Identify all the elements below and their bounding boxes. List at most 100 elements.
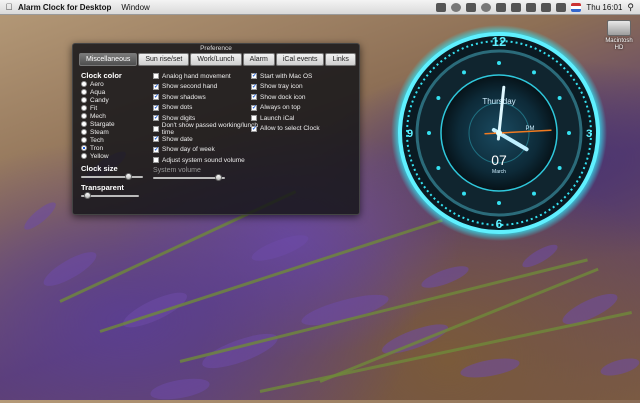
system-volume-slider[interactable] xyxy=(153,173,225,182)
display-options-list: Analog hand movement ✓ Show second hand ✓ Sh… xyxy=(153,71,265,166)
checkbox[interactable]: ✓ xyxy=(251,104,257,111)
tab-alarm[interactable]: Alarm xyxy=(242,53,275,66)
checkbox[interactable]: ✓ xyxy=(153,136,159,143)
transparent-label: Transparent xyxy=(81,183,124,192)
color-option-tech[interactable]: Tech xyxy=(81,136,151,144)
option-show-dots[interactable]: ✓ Show dots xyxy=(153,103,265,114)
tab-work-lunch[interactable]: Work/Lunch xyxy=(190,53,242,66)
option-show-tray-icon[interactable]: ✓ Show tray icon xyxy=(251,82,351,93)
window-menu[interactable]: Window xyxy=(121,3,149,12)
checkbox[interactable] xyxy=(153,73,159,80)
radio-button[interactable] xyxy=(81,105,87,111)
option-show-day-of-week[interactable]: ✓ Show day of week xyxy=(153,145,265,156)
color-option-label: Candy xyxy=(90,96,109,104)
option-label: Adjust system sound volume xyxy=(162,156,245,164)
app-menu[interactable]: Alarm Clock for Desktop xyxy=(18,3,111,12)
checkbox[interactable]: ✓ xyxy=(153,115,159,122)
color-option-tron[interactable]: Tron xyxy=(81,144,151,152)
day-of-week: Thursday xyxy=(482,97,515,106)
option-label: Analog hand movement xyxy=(162,72,231,80)
tab-links[interactable]: Links xyxy=(325,53,356,66)
tab-bar: Miscellaneous Sun rise/set Work/Lunch Al… xyxy=(79,53,356,66)
option-start-with-mac-os[interactable]: ✓ Start with Mac OS xyxy=(251,71,351,82)
radio-button[interactable] xyxy=(81,137,87,143)
option-adjust-system-sound-volume[interactable]: Adjust system sound volume xyxy=(153,155,265,166)
alarm-clock-tray-icon[interactable] xyxy=(436,2,447,12)
option-launch-ical[interactable]: Launch iCal xyxy=(251,113,351,124)
checkbox[interactable]: ✓ xyxy=(153,94,159,101)
slider-knob[interactable] xyxy=(125,173,132,180)
option-label: Show digits xyxy=(162,114,196,122)
tron-clock-widget[interactable]: 12 3 6 9 Thursday PM 07 March xyxy=(390,24,608,242)
volume-icon[interactable] xyxy=(541,2,552,12)
checkbox[interactable]: ✓ xyxy=(251,83,257,90)
radio-button[interactable] xyxy=(81,89,87,95)
hour-dot xyxy=(557,96,562,100)
display-icon[interactable] xyxy=(496,2,507,12)
radio-button[interactable] xyxy=(81,145,87,151)
clock-size-slider[interactable] xyxy=(81,173,143,181)
color-option-yellow[interactable]: Yellow xyxy=(81,152,151,160)
option-show-dock-icon[interactable]: ✓ Show dock icon xyxy=(251,92,351,103)
slider-knob[interactable] xyxy=(83,192,91,199)
tab-ical-events[interactable]: iCal events xyxy=(275,53,325,66)
bluetooth-icon[interactable] xyxy=(511,2,522,12)
color-option-aqua[interactable]: Aqua xyxy=(81,88,151,96)
checkbox[interactable]: ✓ xyxy=(251,125,257,132)
color-option-mech[interactable]: Mech xyxy=(81,112,151,120)
option-show-shadows[interactable]: ✓ Show shadows xyxy=(153,92,265,103)
menu-extras: Thu 16:01 ⚲ xyxy=(436,2,640,13)
radio-button[interactable] xyxy=(81,153,87,159)
color-option-aero[interactable]: Aero xyxy=(81,80,151,88)
checkbox[interactable] xyxy=(153,157,159,164)
option-label: Show tray icon xyxy=(260,83,303,91)
radio-button[interactable] xyxy=(81,121,87,127)
option-allow-to-select-clock[interactable]: ✓ Allow to select Clock xyxy=(251,124,351,135)
radio-button[interactable] xyxy=(81,113,87,119)
lavender-flower xyxy=(119,286,191,334)
option-don-t-show-passed-working-lunch-time[interactable]: Don't show passed working/lunch time xyxy=(153,122,265,136)
checkbox[interactable]: ✓ xyxy=(153,146,159,153)
hour-dot xyxy=(532,191,536,196)
option-label: Allow to select Clock xyxy=(260,125,320,133)
color-option-steam[interactable]: Steam xyxy=(81,128,151,136)
system-volume-label: System volume xyxy=(153,166,201,174)
apple-menu-icon[interactable]:  xyxy=(0,2,18,12)
spotlight-icon[interactable]: ⚲ xyxy=(627,2,634,13)
clock-color-list: Aero Aqua Candy Fit Mech Stargate Steam Tech Tro… xyxy=(81,80,151,160)
lavender-flower xyxy=(148,374,212,403)
checkbox[interactable] xyxy=(251,115,257,122)
color-option-candy[interactable]: Candy xyxy=(81,96,151,104)
tab-sun-rise-set[interactable]: Sun rise/set xyxy=(138,53,190,66)
preference-panel: Preference Miscellaneous Sun rise/set Wo… xyxy=(72,43,360,215)
wifi-icon[interactable] xyxy=(526,2,537,12)
color-option-stargate[interactable]: Stargate xyxy=(81,120,151,128)
tab-miscellaneous[interactable]: Miscellaneous xyxy=(79,53,138,66)
sync-icon[interactable] xyxy=(451,2,462,12)
hour-dot xyxy=(567,131,571,135)
transparency-slider[interactable] xyxy=(81,192,139,200)
color-option-fit[interactable]: Fit xyxy=(81,104,151,112)
checkbox[interactable]: ✓ xyxy=(153,104,159,111)
radio-button[interactable] xyxy=(81,129,87,135)
slider-knob[interactable] xyxy=(214,173,222,181)
battery-icon[interactable] xyxy=(556,2,567,12)
input-flag-icon[interactable] xyxy=(571,2,582,12)
menubar-clock[interactable]: Thu 16:01 xyxy=(586,3,622,12)
checkbox[interactable]: ✓ xyxy=(153,83,159,90)
time-machine-icon[interactable] xyxy=(481,2,492,12)
option-analog-hand-movement[interactable]: Analog hand movement xyxy=(153,71,265,82)
options-column-2: ✓ Start with Mac OS ✓ Show tray icon ✓ Show d… xyxy=(251,71,351,134)
checkbox[interactable]: ✓ xyxy=(251,94,257,101)
radio-button[interactable] xyxy=(81,81,87,87)
checkbox[interactable]: ✓ xyxy=(251,73,257,80)
app-tray-icon[interactable] xyxy=(466,2,477,12)
option-label: Always on top xyxy=(260,104,301,112)
numeral-3: 3 xyxy=(586,128,592,140)
option-label: Launch iCal xyxy=(260,114,295,122)
numeral-9: 9 xyxy=(407,128,413,140)
checkbox[interactable] xyxy=(153,125,159,132)
option-show-second-hand[interactable]: ✓ Show second hand xyxy=(153,82,265,93)
radio-button[interactable] xyxy=(81,97,87,103)
option-always-on-top[interactable]: ✓ Always on top xyxy=(251,103,351,114)
